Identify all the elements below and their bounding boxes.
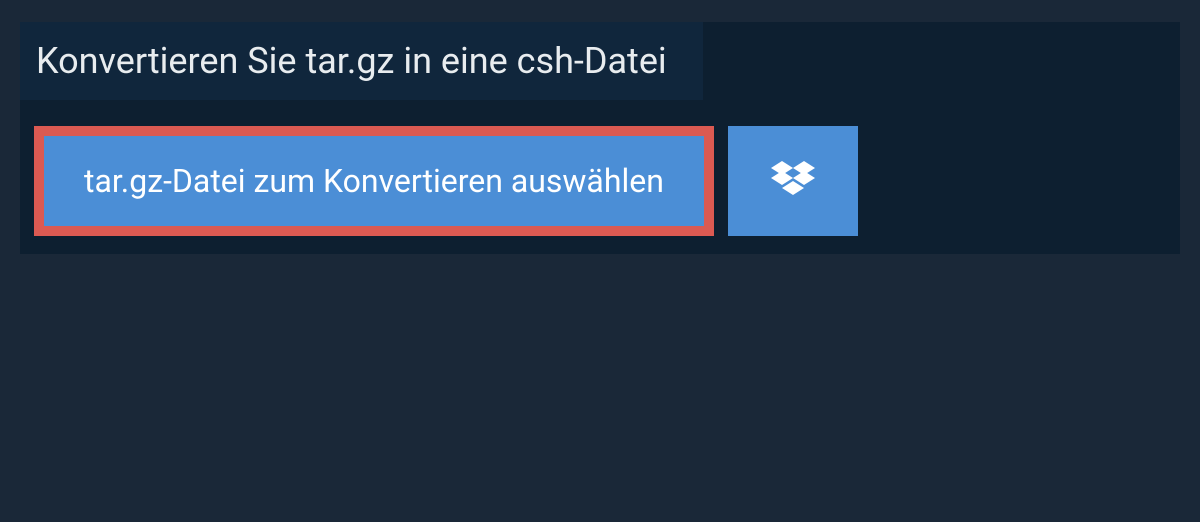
upload-panel: Konvertieren Sie tar.gz in eine csh-Date… — [20, 22, 1180, 254]
header-bar: Konvertieren Sie tar.gz in eine csh-Date… — [20, 22, 703, 100]
dropbox-icon — [771, 161, 815, 201]
dropbox-button[interactable] — [728, 126, 858, 236]
page-container: Konvertieren Sie tar.gz in eine csh-Date… — [0, 22, 1200, 254]
button-row: tar.gz-Datei zum Konvertieren auswählen — [20, 126, 1180, 236]
select-file-button[interactable]: tar.gz-Datei zum Konvertieren auswählen — [34, 126, 714, 236]
select-file-label: tar.gz-Datei zum Konvertieren auswählen — [84, 162, 664, 200]
page-title: Konvertieren Sie tar.gz in eine csh-Date… — [36, 40, 667, 82]
